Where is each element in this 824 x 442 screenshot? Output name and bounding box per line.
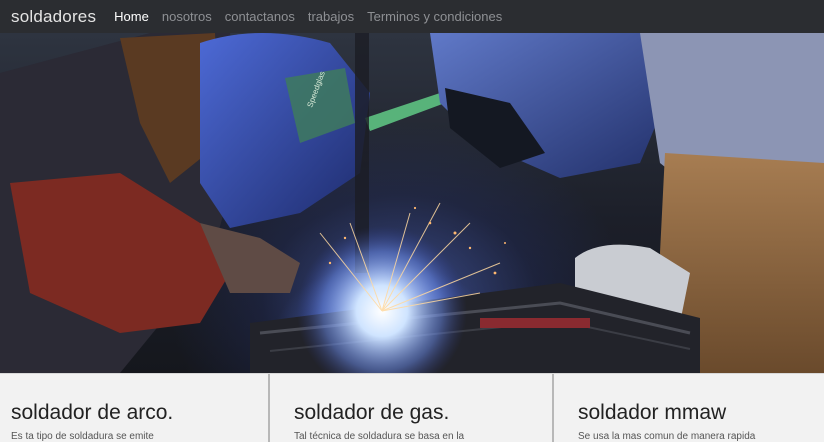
nav-item-contactanos[interactable]: contactanos <box>225 9 295 24</box>
card-mmaw: soldador mmaw Se usa la mas comun de man… <box>552 374 824 442</box>
card-arco: soldador de arco. Es ta tipo de soldadur… <box>0 374 268 442</box>
card-gas: soldador de gas. Tal técnica de soldadur… <box>268 374 552 442</box>
card-text: Es ta tipo de soldadura se emite <box>11 431 154 442</box>
feature-cards: soldador de arco. Es ta tipo de soldadur… <box>0 373 824 442</box>
nav-menu: Home nosotros contactanos trabajos Termi… <box>114 9 515 24</box>
card-title: soldador de gas. <box>294 401 450 424</box>
welders-illustration: Speedglas <box>0 33 824 373</box>
brand-logo[interactable]: soldadores <box>11 7 96 27</box>
nav-item-nosotros[interactable]: nosotros <box>162 9 212 24</box>
card-title: soldador mmaw <box>578 401 727 424</box>
page: soldadores Home nosotros contactanos tra… <box>0 0 824 442</box>
card-title: soldador de arco. <box>11 401 174 424</box>
nav-item-trabajos[interactable]: trabajos <box>308 9 354 24</box>
navbar: soldadores Home nosotros contactanos tra… <box>0 0 824 33</box>
nav-item-terminos[interactable]: Terminos y condiciones <box>367 9 502 24</box>
hero-image: Speedglas <box>0 33 824 373</box>
nav-item-home[interactable]: Home <box>114 9 149 24</box>
card-text: Tal técnica de soldadura se basa en la <box>294 431 465 442</box>
card-text: Se usa la mas comun de manera rapida <box>578 431 756 442</box>
